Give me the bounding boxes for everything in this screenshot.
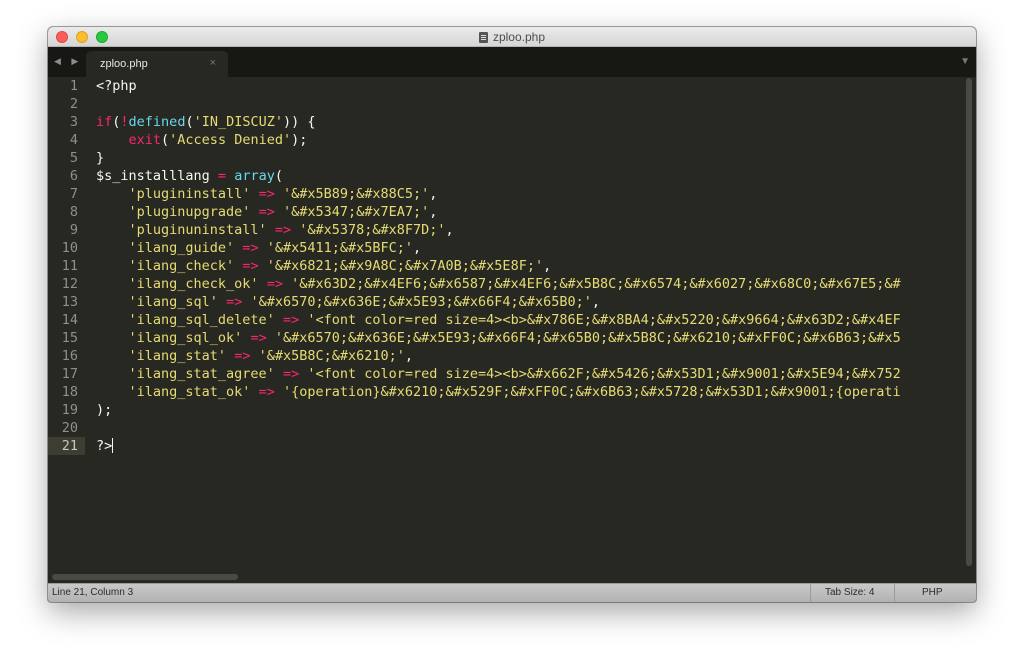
line-number: 5 (69, 150, 78, 166)
code-line[interactable]: ?> (96, 437, 960, 455)
code-line[interactable]: 'ilang_check' => '&#x6821;&#x9A8C;&#x7A0… (96, 257, 960, 275)
line-number: 9 (69, 222, 78, 238)
code-line[interactable]: 'ilang_sql' => '&#x6570;&#x636E;&#x5E93;… (96, 293, 960, 311)
code-line[interactable]: 'ilang_stat_ok' => '{operation}&#x6210;&… (96, 383, 960, 401)
line-number: 1 (69, 78, 78, 94)
code-line[interactable]: } (96, 149, 960, 167)
line-number: 15 (61, 330, 78, 346)
editor-window: zploo.php ◀ ▶ zploo.php × ▼ 1 2 3 4 5 6 7 8 9 10 1… (48, 27, 976, 602)
line-number: 21 (48, 437, 85, 455)
line-number: 13 (61, 294, 78, 310)
code-line[interactable]: exit('Access Denied'); (96, 131, 960, 149)
tab-nav-arrows-icon[interactable]: ◀ ▶ (54, 56, 82, 67)
vertical-scrollbar[interactable] (966, 78, 972, 566)
code-line[interactable] (96, 95, 960, 113)
code-area[interactable]: <?php if(!defined('IN_DISCUZ')) { exit('A… (96, 77, 960, 455)
code-line[interactable]: 'ilang_guide' => '&#x5411;&#x5BFC;', (96, 239, 960, 257)
code-line[interactable]: 'pluginuninstall' => '&#x5378;&#x8F7D;', (96, 221, 960, 239)
code-line[interactable]: <?php (96, 77, 960, 95)
status-divider (894, 584, 895, 602)
line-number: 18 (61, 384, 78, 400)
line-number: 12 (61, 276, 78, 292)
code-line[interactable]: 'plugininstall' => '&#x5B89;&#x88C5;', (96, 185, 960, 203)
tab-dropdown-icon[interactable]: ▼ (960, 56, 970, 67)
line-number: 3 (69, 114, 78, 130)
code-line[interactable]: 'ilang_sql_delete' => '<font color=red s… (96, 311, 960, 329)
code-line[interactable]: 'ilang_stat' => '&#x5B8C;&#x6210;', (96, 347, 960, 365)
tab-zploo-php[interactable]: zploo.php × (86, 51, 228, 77)
line-number: 20 (61, 420, 78, 436)
tab-label: zploo.php (100, 58, 148, 70)
text-cursor (112, 438, 114, 453)
tab-size-selector[interactable]: Tab Size: 4 (825, 587, 874, 598)
code-line[interactable]: 'ilang_stat_agree' => '<font color=red s… (96, 365, 960, 383)
tab-close-icon[interactable]: × (210, 57, 216, 69)
line-number: 4 (69, 132, 78, 148)
line-number: 17 (61, 366, 78, 382)
line-number: 8 (69, 204, 78, 220)
code-editor[interactable]: 1 2 3 4 5 6 7 8 9 10 11 12 13 14 15 16 17 18 19 20 21 <?php i… (48, 77, 976, 577)
line-number: 19 (61, 402, 78, 418)
window-title: zploo.php (48, 27, 976, 47)
code-line[interactable]: $s_installlang = array( (96, 167, 960, 185)
code-line[interactable]: 'pluginupgrade' => '&#x5347;&#x7EA7;', (96, 203, 960, 221)
line-number: 11 (61, 258, 78, 274)
tab-bar: ◀ ▶ zploo.php × ▼ (48, 47, 976, 77)
line-number: 2 (69, 96, 78, 112)
code-line[interactable]: 'ilang_check_ok' => '&#x63D2;&#x4EF6;&#x… (96, 275, 960, 293)
code-line[interactable] (96, 419, 960, 437)
horizontal-scrollbar[interactable] (52, 574, 238, 580)
code-line[interactable]: ); (96, 401, 960, 419)
status-divider (810, 584, 811, 602)
line-number: 14 (61, 312, 78, 328)
line-number: 7 (69, 186, 78, 202)
title-bar: zploo.php (48, 27, 976, 47)
line-number-gutter: 1 2 3 4 5 6 7 8 9 10 11 12 13 14 15 16 17 18 19 20 21 (48, 77, 88, 455)
cursor-position: Line 21, Column 3 (52, 587, 134, 598)
document-icon (478, 31, 488, 43)
window-title-text: zploo.php (492, 30, 546, 44)
syntax-selector[interactable]: PHP (922, 587, 943, 598)
line-number: 16 (61, 348, 78, 364)
status-bar: Line 21, Column 3 Tab Size: 4 PHP (48, 583, 976, 602)
line-number: 10 (61, 240, 78, 256)
line-number: 6 (69, 168, 78, 184)
code-line[interactable]: if(!defined('IN_DISCUZ')) { (96, 113, 960, 131)
code-line[interactable]: 'ilang_sql_ok' => '&#x6570;&#x636E;&#x5E… (96, 329, 960, 347)
